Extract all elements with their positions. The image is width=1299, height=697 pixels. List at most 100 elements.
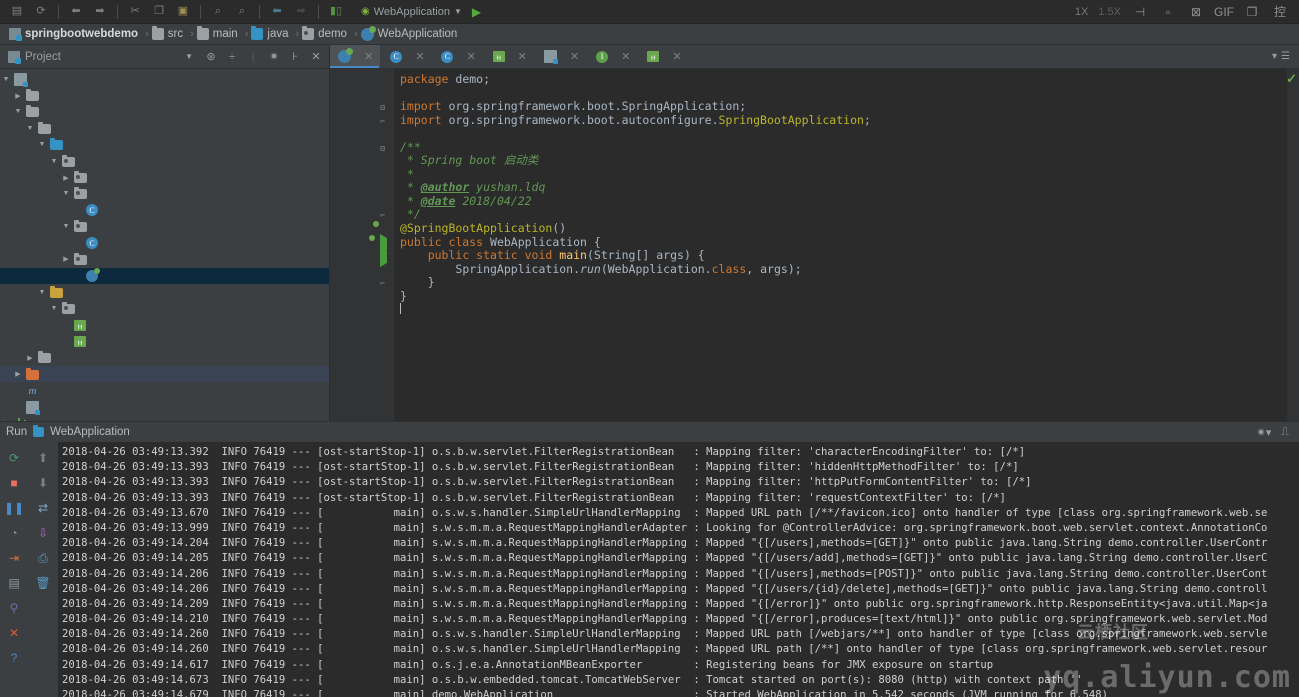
tree-node-src[interactable]: ▼ — [0, 104, 329, 120]
run-method-gutter-icon[interactable] — [376, 247, 387, 268]
export-icon[interactable]: ⇥ — [6, 550, 22, 566]
soft-wrap-icon[interactable]: ⇄ — [35, 500, 51, 516]
close-tab-icon[interactable]: ✕ — [672, 50, 681, 63]
build-icon[interactable]: ▮▯ — [325, 3, 347, 21]
navigate-back-icon[interactable]: ⬅ — [266, 3, 288, 21]
fold-end-icon[interactable]: ⌐ — [378, 117, 387, 126]
tree-node-aop[interactable]: ▶ — [0, 169, 329, 185]
collapse-all-icon[interactable]: ÷ — [225, 50, 239, 64]
settings-gear-icon[interactable]: ✷▾ — [1257, 426, 1272, 439]
stop-icon[interactable]: ■ — [6, 475, 22, 491]
zoom-1x-label[interactable]: 1X — [1075, 6, 1088, 18]
tree-node-springbootwebdemo[interactable]: ▼ — [0, 71, 329, 87]
tree-toggle-right-icon[interactable]: ▶ — [60, 255, 72, 263]
control-panel-icon[interactable]: 控 — [1271, 4, 1289, 20]
tree-node-webapplication[interactable] — [0, 267, 329, 285]
tree-toggle-down-icon[interactable]: ▼ — [0, 76, 12, 83]
run-configuration-selector[interactable]: ◉ WebApplication ▼ — [361, 6, 462, 18]
tree-node-test[interactable]: ▶ — [0, 350, 329, 366]
editor-tab-userservice-java[interactable]: I ✕ — [586, 45, 637, 68]
close-panel-icon[interactable]: ✕ — [309, 50, 323, 64]
gif-label[interactable]: GIF — [1214, 4, 1234, 20]
tree-node-templates[interactable]: ▼ — [0, 300, 329, 316]
cut-icon[interactable]: ✂ — [124, 3, 146, 21]
search-icon[interactable]: ⌕ — [207, 3, 229, 21]
tree-node-main[interactable]: ▼ — [0, 120, 329, 136]
help-icon[interactable]: ? — [6, 650, 22, 666]
tree-node-demo[interactable]: ▼ — [0, 153, 329, 169]
tree-toggle-down-icon[interactable]: ▼ — [12, 108, 24, 115]
tree-toggle-right-icon[interactable]: ▶ — [60, 174, 72, 182]
tree-toggle-down-icon[interactable]: ▼ — [48, 158, 60, 165]
tree-node-controller[interactable]: ▼ — [0, 186, 329, 202]
tree-node-pom-xml[interactable]: m — [0, 382, 329, 398]
fold-collapse-icon[interactable]: ⊟ — [378, 144, 387, 153]
editor-gutter[interactable]: ⊟ ⌐ ⊟ ⌐ ⊟ ⌐ — [330, 69, 394, 421]
tree-toggle-right-icon[interactable]: ▶ — [12, 370, 24, 378]
console-output[interactable]: 2018-04-26 03:49:13.392 INFO 76419 --- [… — [58, 442, 1299, 697]
fold-end-icon[interactable]: ⌐ — [378, 211, 387, 220]
tree-toggle-down-icon[interactable]: ▼ — [48, 305, 60, 312]
editor-scrollbar[interactable]: ✓ — [1286, 69, 1299, 421]
rerun-icon[interactable]: ⟳ — [6, 450, 22, 466]
scroll-up-icon[interactable]: ⬆ — [35, 450, 51, 466]
project-tree[interactable]: ▼▶▼▼▼▼▶▼C▼C▶▼▼HH▶▶m▶ — [0, 69, 329, 421]
scroll-down-icon[interactable]: ⬇ — [35, 475, 51, 491]
zoom-1_5x-label[interactable]: 1.5X — [1098, 6, 1121, 18]
run-button[interactable]: ▶ — [472, 5, 481, 19]
code-editor[interactable]: ⊟ ⌐ ⊟ ⌐ ⊟ ⌐ package demo; import org.springfr… — [330, 69, 1299, 421]
fold-collapse-icon[interactable]: ⊟ — [378, 103, 387, 112]
tree-node--idea[interactable]: ▶ — [0, 87, 329, 103]
editor-tab-springbootwebdemo-iml[interactable]: ✕ — [534, 45, 586, 68]
tree-node-model[interactable]: ▼ — [0, 219, 329, 235]
tree-toggle-down-icon[interactable]: ▼ — [60, 223, 72, 230]
breadcrumb-item-project[interactable]: springbootwebdemo — [6, 24, 145, 44]
close-tab-icon[interactable]: ✕ — [570, 50, 579, 63]
tree-node-service[interactable]: ▶ — [0, 251, 329, 267]
close-tab-icon[interactable]: ✕ — [364, 50, 373, 63]
breadcrumb-item-src[interactable]: src — [149, 24, 190, 44]
console-view-icon[interactable]: ▤ — [6, 575, 22, 591]
locate-file-icon[interactable]: ⊛ — [204, 50, 218, 64]
tree-node-springbootwebdemo-iml[interactable] — [0, 399, 329, 415]
breadcrumb-item-demo[interactable]: demo — [299, 24, 354, 44]
tree-toggle-down-icon[interactable]: ▼ — [24, 125, 36, 132]
tree-toggle-down-icon[interactable]: ▼ — [36, 141, 48, 148]
select-region-icon[interactable]: ⊠ — [1187, 4, 1205, 20]
editor-text[interactable]: package demo; import org.springframework… — [394, 69, 1287, 421]
window-icon[interactable]: ❐ — [1243, 4, 1261, 20]
tree-node-target[interactable]: ▶ — [0, 366, 329, 383]
close-tab-icon[interactable]: ✕ — [415, 50, 424, 63]
editor-tab-users-html[interactable]: H ✕ — [483, 45, 534, 68]
run-class-gutter-icon[interactable] — [362, 237, 373, 248]
tree-node-user[interactable]: C — [0, 235, 329, 251]
paste-icon[interactable]: ▣ — [172, 3, 194, 21]
breadcrumb-item-java[interactable]: java — [248, 24, 295, 44]
fold-end-icon[interactable]: ⌐ — [378, 279, 387, 288]
pause-icon[interactable]: ❚❚ — [4, 500, 24, 516]
tree-toggle-right-icon[interactable]: ▶ — [12, 92, 24, 100]
editor-tabs-overflow[interactable]: ▾ ☰ — [1267, 45, 1299, 68]
tree-toggle-right-icon[interactable]: ▶ — [24, 354, 36, 362]
close-tab-icon[interactable]: ✕ — [621, 50, 630, 63]
frame-icon[interactable]: ▫ — [1159, 4, 1177, 20]
chevron-down-icon[interactable]: ▾ — [1272, 51, 1277, 62]
close-tab-icon[interactable]: ✕ — [466, 50, 475, 63]
tree-toggle-down-icon[interactable]: ▼ — [36, 289, 48, 296]
editor-tab-usercontroller-java[interactable]: C ✕ — [380, 45, 431, 68]
breadcrumb-item-main[interactable]: main — [194, 24, 245, 44]
pin-icon[interactable]: ⎍ — [1281, 426, 1289, 439]
redo-icon[interactable]: ➡ — [89, 3, 111, 21]
inspection-ok-check-icon[interactable]: ✓ — [1286, 71, 1297, 87]
tree-toggle-down-icon[interactable]: ▼ — [60, 190, 72, 197]
print-icon[interactable]: ⎙ — [35, 550, 51, 566]
copy-icon[interactable]: ❐ — [148, 3, 170, 21]
tree-node-usercontroller[interactable]: C — [0, 202, 329, 218]
tree-node-usercreate-html[interactable]: H — [0, 317, 329, 333]
editor-tab-webapplication-java[interactable]: ✕ — [330, 45, 381, 68]
clear-all-icon[interactable]: 🗑 — [35, 575, 51, 591]
sync-icon[interactable]: ⟳ — [30, 3, 52, 21]
crop-icon[interactable]: ⊣ — [1131, 4, 1149, 20]
save-icon[interactable]: ▤ — [6, 3, 28, 21]
undo-icon[interactable]: ⬅ — [65, 3, 87, 21]
